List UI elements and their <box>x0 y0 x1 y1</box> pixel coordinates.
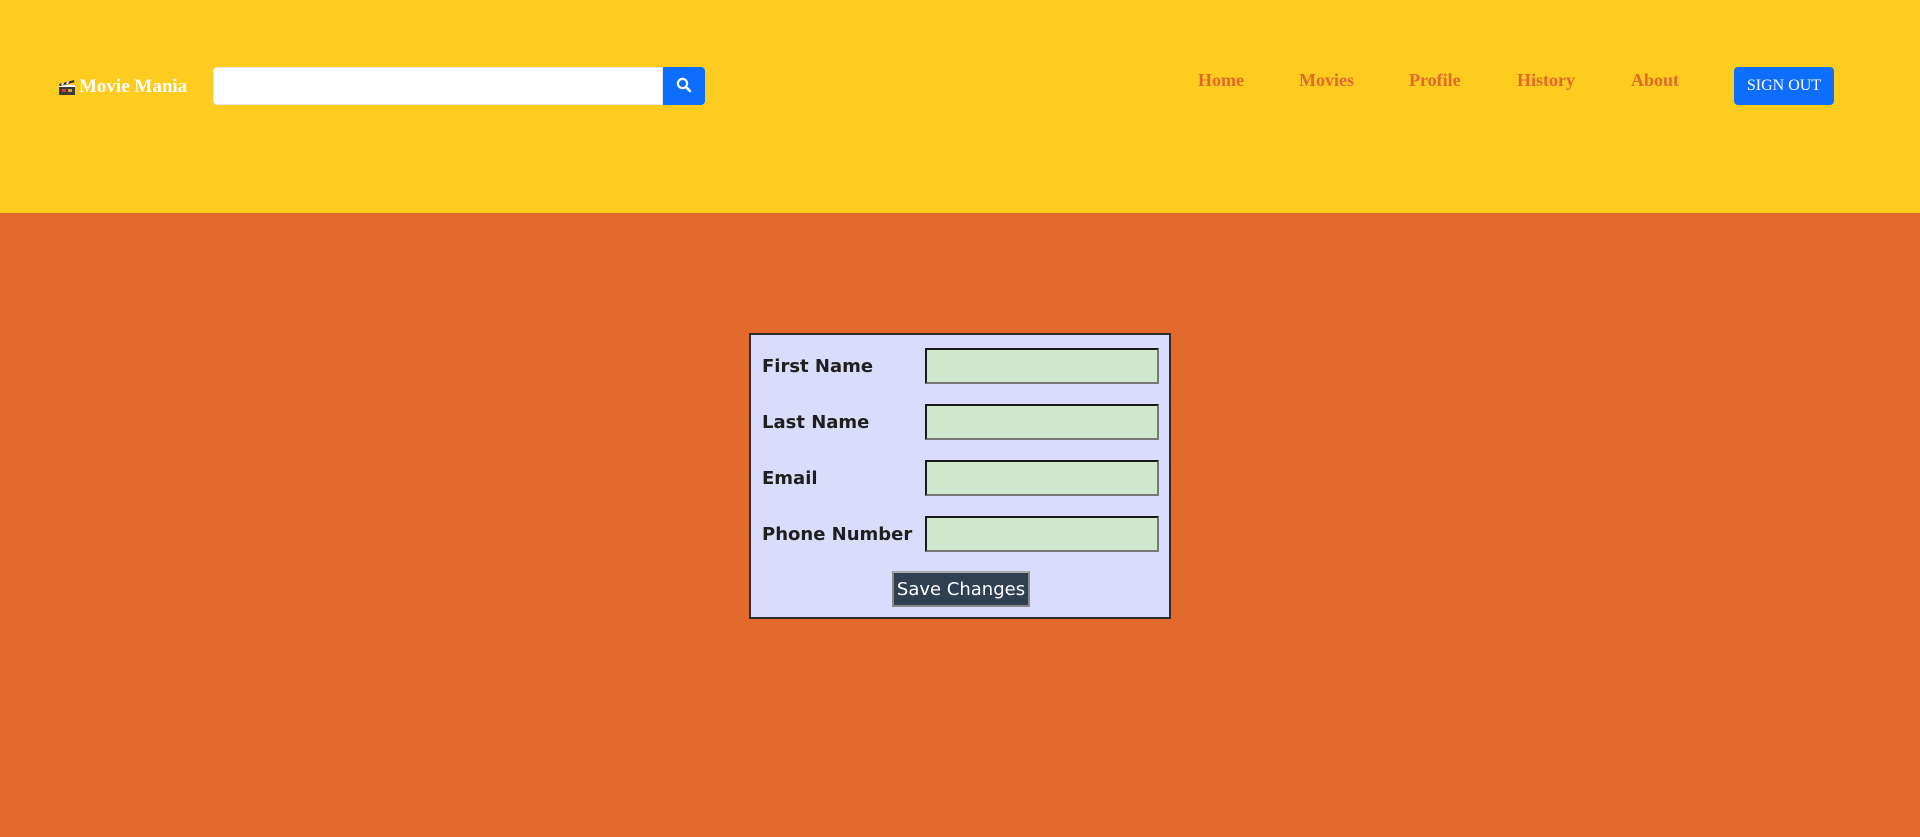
top-navbar: Movie Mania Home Movies Profile History … <box>0 0 1920 213</box>
nav-movies[interactable]: Movies <box>1299 70 1354 92</box>
nav-history[interactable]: History <box>1517 70 1575 92</box>
nav-about[interactable]: About <box>1631 70 1679 92</box>
nav-home[interactable]: Home <box>1198 70 1244 92</box>
first-name-field[interactable] <box>925 348 1159 384</box>
search-button[interactable] <box>663 67 705 105</box>
sign-out-button[interactable]: SIGN OUT <box>1734 67 1834 105</box>
email-label: Email <box>762 468 818 489</box>
last-name-label: Last Name <box>762 412 870 433</box>
brand-name: Movie Mania <box>79 76 188 97</box>
save-changes-button[interactable]: Save Changes <box>892 571 1030 607</box>
phone-number-field[interactable] <box>925 516 1159 552</box>
last-name-field[interactable] <box>925 404 1159 440</box>
profile-form: First Name Last Name Email Phone Number … <box>749 333 1171 619</box>
phone-number-label: Phone Number <box>762 524 913 545</box>
clapperboard-icon <box>58 78 76 96</box>
brand-logo[interactable]: Movie Mania <box>58 76 187 98</box>
search-input[interactable] <box>213 67 663 105</box>
nav-profile[interactable]: Profile <box>1409 70 1461 92</box>
email-field[interactable] <box>925 460 1159 496</box>
search-icon <box>676 77 692 96</box>
first-name-label: First Name <box>762 356 874 377</box>
